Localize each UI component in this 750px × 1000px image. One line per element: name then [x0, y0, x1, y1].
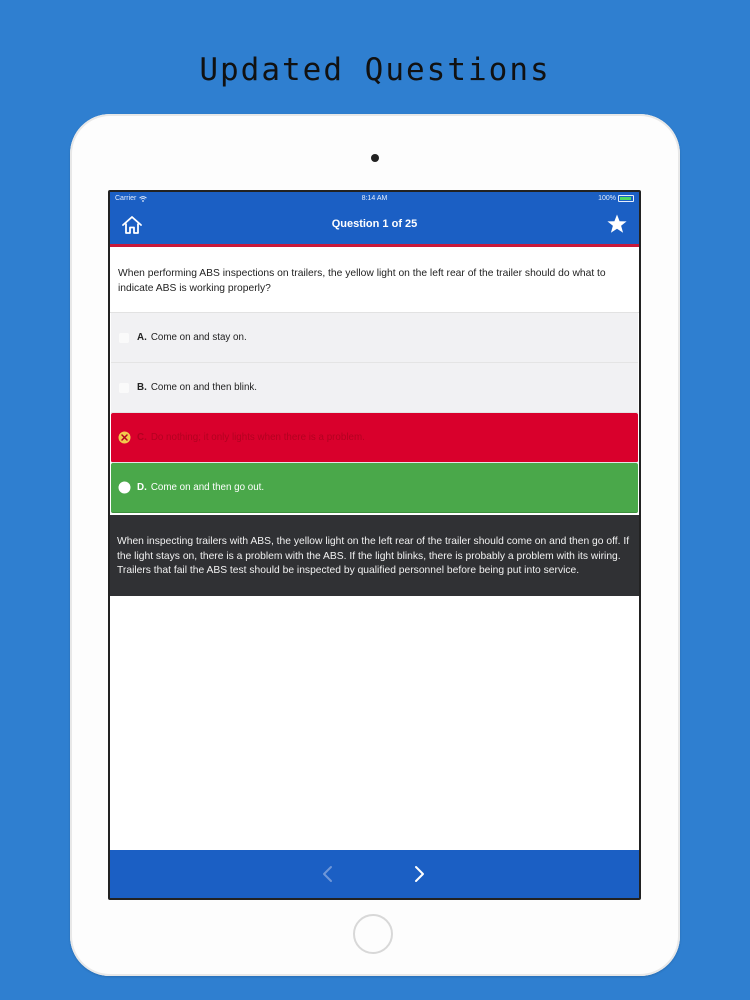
answer-option-b[interactable]: B. Come on and then blink.	[111, 363, 638, 413]
ipad-frame: Carrier 8:14 AM 100% Question 1 of 25 Wh…	[70, 114, 680, 976]
star-icon[interactable]	[605, 212, 629, 236]
answer-text: Come on and then blink.	[150, 382, 258, 393]
answer-text: Come on and then go out.	[150, 482, 265, 493]
incorrect-x-icon	[118, 431, 131, 444]
answer-letter: B.	[137, 382, 147, 393]
chevron-right-icon[interactable]	[407, 862, 431, 886]
answer-option-c[interactable]: C. Do nothing; it only lights when there…	[111, 413, 638, 463]
chevron-left-icon[interactable]	[316, 862, 340, 886]
answer-letter: C.	[137, 432, 147, 443]
answer-text: Do nothing; it only lights when there is…	[150, 432, 365, 443]
explanation-panel: When inspecting trailers with ABS, the y…	[110, 515, 639, 596]
answer-option-a[interactable]: A. Come on and stay on.	[111, 313, 638, 363]
question-counter: Question 1 of 25	[331, 218, 418, 230]
battery-percent: 100%	[598, 195, 616, 202]
answer-letter: D.	[137, 482, 147, 493]
question-text: When performing ABS inspections on trail…	[110, 247, 639, 313]
nav-bar: Question 1 of 25	[110, 206, 639, 247]
checkbox-icon	[119, 332, 129, 343]
promo-title: Updated Questions	[199, 52, 551, 88]
checkbox-icon	[119, 382, 129, 393]
device-screen: Carrier 8:14 AM 100% Question 1 of 25 Wh…	[108, 190, 641, 900]
camera-dot	[371, 154, 379, 162]
answer-text: Come on and stay on.	[150, 332, 247, 343]
answer-option-d[interactable]: D. Come on and then go out.	[111, 463, 638, 513]
bottom-nav-bar	[110, 850, 639, 898]
device-home-button[interactable]	[353, 914, 393, 954]
status-bar: Carrier 8:14 AM 100%	[110, 192, 639, 206]
status-time: 8:14 AM	[361, 195, 388, 202]
correct-circle-icon	[118, 481, 131, 494]
answer-letter: A.	[137, 332, 147, 343]
battery-icon	[618, 195, 634, 202]
